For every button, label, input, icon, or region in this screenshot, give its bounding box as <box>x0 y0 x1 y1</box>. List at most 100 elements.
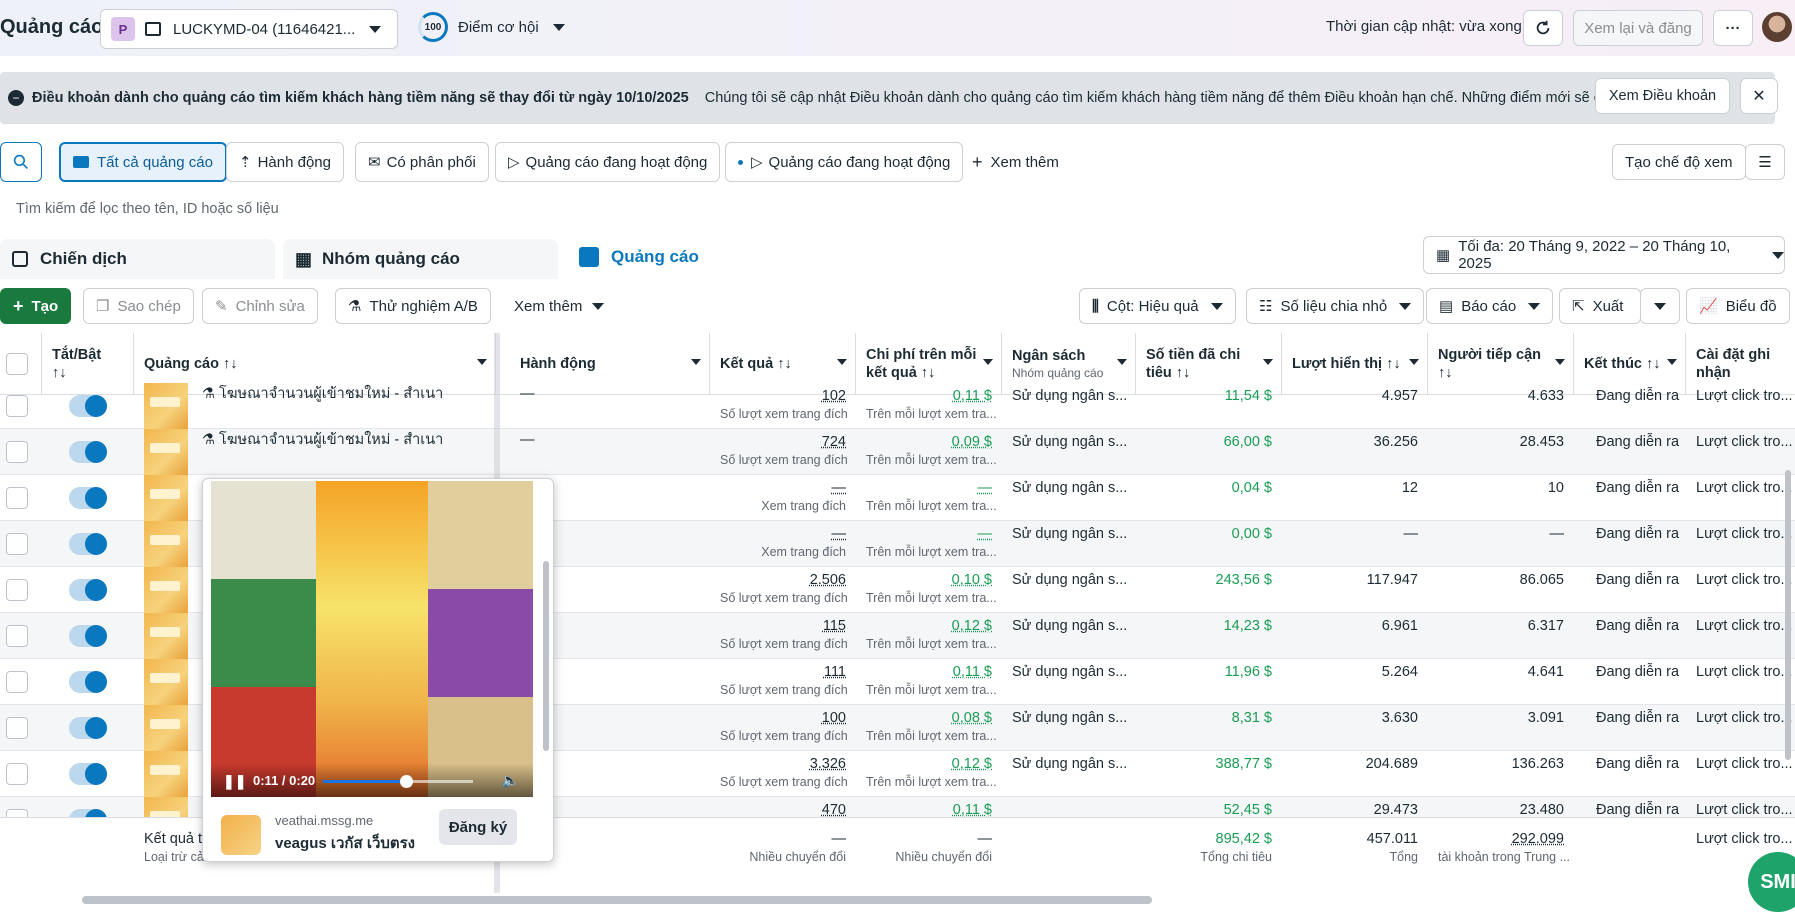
ad-thumbnail[interactable] <box>144 659 188 705</box>
vertical-scrollbar[interactable] <box>1785 470 1791 760</box>
ad-toggle[interactable] <box>69 763 107 785</box>
ad-thumbnail[interactable] <box>144 567 188 613</box>
cpr-value[interactable]: 0,11 $ <box>953 388 992 404</box>
video-scrubber[interactable] <box>400 775 413 788</box>
create-view-button[interactable]: Tạo chế độ xem <box>1612 144 1746 180</box>
result-value[interactable]: 724 <box>822 434 846 450</box>
opportunity-score[interactable]: 100 Điểm cơ hội <box>418 12 565 42</box>
more-actions-button[interactable]: Xem thêm <box>502 288 616 324</box>
ad-thumbnail[interactable] <box>144 705 188 751</box>
ad-toggle[interactable] <box>69 671 107 693</box>
cpr-value[interactable]: 0,09 $ <box>952 434 992 450</box>
tab-adsets[interactable]: ▦ Nhóm quảng cáo <box>283 239 558 279</box>
ab-test-button[interactable]: ⚗ Thử nghiệm A/B <box>335 288 491 324</box>
result-value[interactable]: — <box>832 526 847 542</box>
volume-icon[interactable]: 🔈 <box>502 772 519 789</box>
result-value[interactable]: 3.326 <box>810 756 846 772</box>
row-checkbox[interactable] <box>6 441 28 463</box>
columns-button[interactable]: ⫼ Cột: Hiệu quả <box>1079 288 1236 324</box>
result-value[interactable]: 2.506 <box>810 572 846 588</box>
breakdown-button[interactable]: ☷ Số liệu chia nhỏ <box>1246 288 1424 324</box>
result-value[interactable]: 100 <box>822 710 846 726</box>
budget-cell[interactable]: Sử dụng ngân s... <box>1002 521 1136 567</box>
create-button[interactable]: + Tạo <box>0 288 71 324</box>
ad-name[interactable]: ⚗ โฆษณาจำนวนผู้เข้าชมใหม่ - สำเนา <box>192 383 492 429</box>
search-input[interactable]: Tìm kiếm để lọc theo tên, ID hoặc số liệ… <box>0 192 1785 226</box>
signup-cta-button[interactable]: Đăng ký <box>439 809 517 845</box>
ad-thumbnail[interactable] <box>144 751 188 797</box>
ad-toggle[interactable] <box>69 579 107 601</box>
row-checkbox[interactable] <box>6 625 28 647</box>
result-value[interactable]: 111 <box>824 664 846 680</box>
tab-ads[interactable]: Quảng cáo <box>567 235 842 279</box>
filter-actions[interactable]: ⇡ Hành động <box>226 142 344 182</box>
budget-cell[interactable]: Sử dụng ngân s... <box>1002 383 1136 429</box>
date-range-picker[interactable]: ▦ Tối đa: 20 Tháng 9, 2022 – 20 Tháng 10… <box>1423 236 1785 274</box>
video-progress[interactable] <box>323 780 473 783</box>
ad-toggle[interactable] <box>69 533 107 555</box>
close-notice-button[interactable]: ✕ <box>1740 78 1778 114</box>
more-options-button[interactable]: ··· <box>1713 10 1753 46</box>
account-selector[interactable]: P LUCKYMD-04 (11646421... <box>100 9 398 49</box>
ad-name[interactable]: ⚗ โฆษณาจำนวนผู้เข้าชมใหม่ - สำเนา <box>192 429 492 475</box>
budget-cell[interactable]: Sử dụng ngân s... <box>1002 751 1136 797</box>
row-checkbox[interactable] <box>6 487 28 509</box>
ad-toggle[interactable] <box>69 625 107 647</box>
row-checkbox[interactable] <box>6 763 28 785</box>
row-checkbox[interactable] <box>6 717 28 739</box>
ad-thumbnail[interactable] <box>144 429 188 475</box>
ad-thumbnail[interactable] <box>144 383 188 429</box>
cpr-value[interactable]: 0,08 $ <box>952 710 992 726</box>
table-row[interactable]: ⚗ โฆษณาจำนวนผู้เข้าชมใหม่ - สำเนา — 102 Số l… <box>0 383 1795 429</box>
ad-toggle[interactable] <box>69 395 107 417</box>
cpr-value[interactable]: — <box>978 526 993 542</box>
cpr-value[interactable]: 0,12 $ <box>952 618 992 634</box>
popup-scrollbar[interactable] <box>543 561 549 751</box>
select-all-checkbox[interactable] <box>6 353 28 375</box>
budget-cell[interactable]: Sử dụng ngân s... <box>1002 705 1136 751</box>
result-value[interactable]: 102 <box>822 388 846 404</box>
cpr-value[interactable]: — <box>978 480 993 496</box>
export-button[interactable]: ⇱ Xuất <box>1559 288 1641 324</box>
review-publish-button[interactable]: Xem lại và đăng <box>1573 10 1703 46</box>
chat-widget-button[interactable]: SMI <box>1748 852 1795 912</box>
budget-cell[interactable]: Sử dụng ngân s... <box>1002 613 1136 659</box>
export-dropdown-button[interactable] <box>1640 288 1680 324</box>
cpr-value[interactable]: 0,10 $ <box>952 572 992 588</box>
pause-icon[interactable]: ❚❚ <box>223 773 246 790</box>
filter-delivery[interactable]: ✉ Có phân phối <box>355 142 489 182</box>
cpr-value[interactable]: 0,11 $ <box>953 802 992 818</box>
row-checkbox[interactable] <box>6 395 28 417</box>
result-value[interactable]: 470 <box>822 802 846 818</box>
see-more-filters[interactable]: + Xem thêm <box>960 142 1071 182</box>
ad-toggle[interactable] <box>69 487 107 509</box>
preview-video[interactable]: ❚❚ 0:11 / 0:20 🔈 <box>211 481 533 797</box>
table-row[interactable]: ⚗ โฆษณาจำนวนผู้เข้าชมใหม่ - สำเนา — 724 Số l… <box>0 429 1795 475</box>
row-checkbox[interactable] <box>6 579 28 601</box>
row-checkbox[interactable] <box>6 533 28 555</box>
result-value[interactable]: — <box>832 480 847 496</box>
ad-toggle[interactable] <box>69 441 107 463</box>
ad-thumbnail[interactable] <box>144 613 188 659</box>
ad-thumbnail[interactable] <box>144 475 188 521</box>
filter-all-ads[interactable]: Tất cả quảng cáo <box>59 142 227 182</box>
filter-active-ads-2[interactable]: ▷ Quảng cáo đang hoạt động <box>725 142 963 182</box>
budget-cell[interactable]: Sử dụng ngân s... <box>1002 659 1136 705</box>
ad-toggle[interactable] <box>69 717 107 739</box>
result-value[interactable]: 115 <box>823 618 846 634</box>
edit-button[interactable]: ✎ Chỉnh sửa <box>202 288 318 324</box>
row-checkbox[interactable] <box>6 671 28 693</box>
budget-cell[interactable]: Sử dụng ngân s... <box>1002 429 1136 475</box>
refresh-button[interactable] <box>1523 10 1563 46</box>
chart-button[interactable]: 📈 Biểu đồ <box>1686 288 1790 324</box>
search-button[interactable] <box>0 142 42 182</box>
copy-button[interactable]: ❐ Sao chép <box>83 288 194 324</box>
tab-campaigns[interactable]: Chiến dịch <box>0 239 275 279</box>
reports-button[interactable]: ▤ Báo cáo <box>1426 288 1553 324</box>
filter-active-ads[interactable]: ▷ Quảng cáo đang hoạt động <box>495 142 720 182</box>
horizontal-scrollbar[interactable] <box>82 896 1152 904</box>
view-terms-button[interactable]: Xem Điều khoản <box>1595 78 1730 114</box>
avatar[interactable] <box>1762 12 1792 42</box>
ad-thumbnail[interactable] <box>144 521 188 567</box>
budget-cell[interactable]: Sử dụng ngân s... <box>1002 475 1136 521</box>
